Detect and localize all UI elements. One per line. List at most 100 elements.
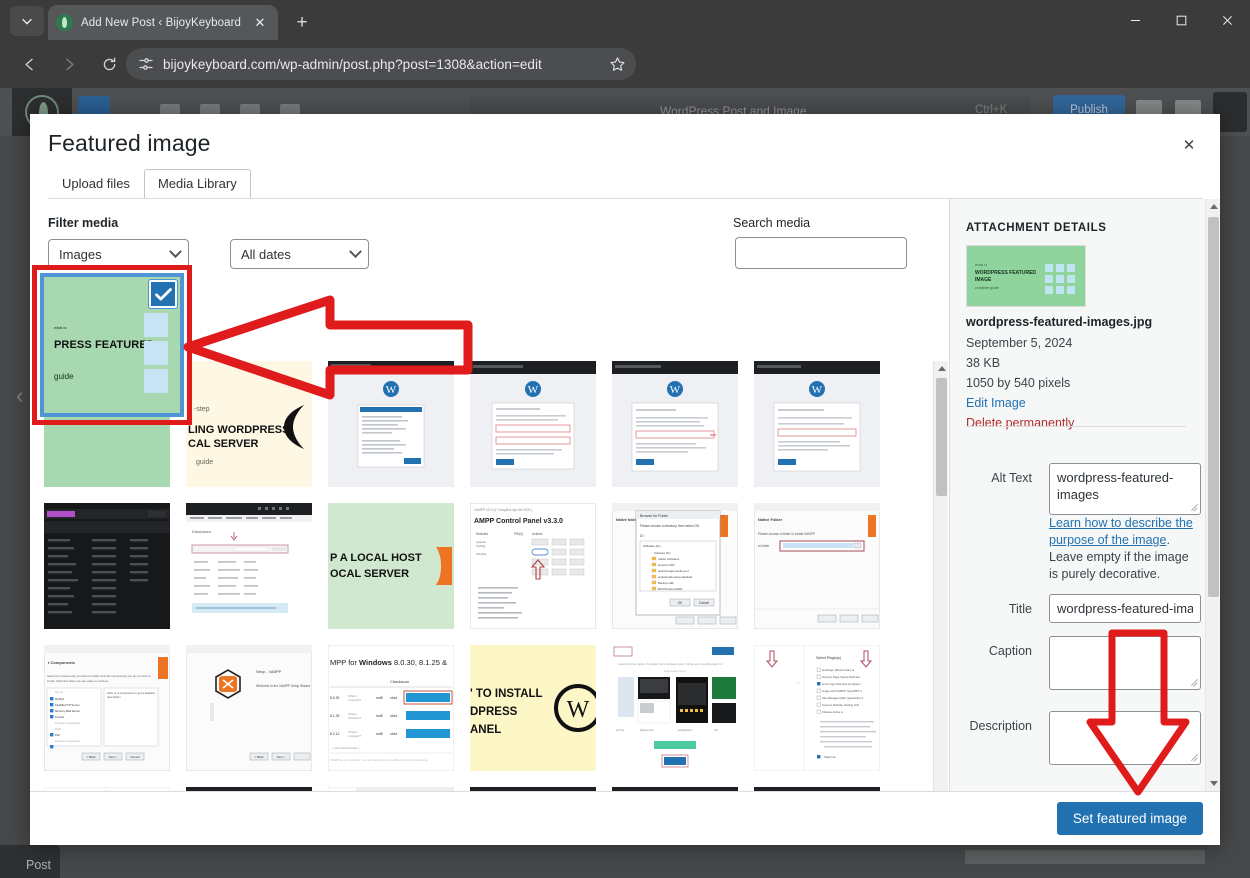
media-item-xampp-setup-wizard[interactable]: Setup - XAMPP Welcome to the XAMPP Setup … bbox=[186, 645, 312, 771]
media-date-filter[interactable]: All dates bbox=[230, 239, 369, 269]
media-item-install-wordpress-local-server-cover[interactable]: -step LING WORDPRESS CAL SERVER guide bbox=[186, 361, 312, 487]
window-close-icon[interactable] bbox=[1204, 0, 1250, 40]
address-bar-url: bijoykeyboard.com/wp-admin/post.php?post… bbox=[163, 56, 542, 72]
media-grid[interactable]: -step LING WORDPRESS CAL SERVER guide W … bbox=[44, 361, 909, 836]
media-grid-scrollbar[interactable] bbox=[933, 361, 948, 836]
media-item-xampp-control-panel[interactable]: XAMPP v3.3.0 [ Compiled: Apr 6th 2021 ] A… bbox=[470, 503, 596, 629]
media-item-select-components-dialog[interactable]: t Components Select the components you wa… bbox=[44, 645, 170, 771]
window-maximize-icon[interactable] bbox=[1158, 0, 1204, 40]
address-bar[interactable]: bijoykeyboard.com/wp-admin/post.php?post… bbox=[126, 48, 636, 80]
media-item-wordpress-install-screen-3[interactable]: W bbox=[612, 361, 738, 487]
modal-body: Filter media Images All dates Search med… bbox=[30, 199, 1220, 845]
site-settings-icon[interactable] bbox=[138, 56, 154, 72]
media-item-xampp-downloads-page[interactable]: MPP for Windows 8.0.30, 8.1.25 & Checksum… bbox=[328, 645, 454, 771]
svg-text:XAMPP v3.3.0 [ Compiled: Apr: XAMPP v3.3.0 [ Compiled: Apr 6th 2021 ] bbox=[474, 508, 533, 512]
svg-text:8.0.30: 8.0.30 bbox=[330, 696, 340, 700]
reload-icon[interactable] bbox=[92, 47, 126, 81]
media-item-select-plugins-screen[interactable]: Select Plugin(s) Hostinger (Shared plan) … bbox=[754, 645, 880, 771]
media-item-install-wordpress-cpanel-cover[interactable]: ' TO INSTALL DPRESS ANEL W bbox=[470, 645, 596, 771]
svg-text:< Back: < Back bbox=[254, 755, 264, 759]
set-featured-image-button[interactable]: Set featured image bbox=[1056, 802, 1203, 835]
media-item-wordpress-install-screen-1[interactable]: W bbox=[328, 361, 454, 487]
title-label: Title bbox=[1008, 602, 1032, 616]
svg-text:PID(s): PID(s) bbox=[514, 532, 523, 536]
tab-search-chevron-down-icon[interactable] bbox=[10, 6, 44, 36]
search-media-input[interactable] bbox=[735, 237, 907, 269]
media-item-browse-for-folder-dialog[interactable]: Native folder Browse for Folder ✕ Please ch… bbox=[612, 503, 738, 629]
media-selected-check-icon[interactable] bbox=[149, 280, 177, 308]
svg-text:Actions: Actions bbox=[532, 532, 543, 536]
description-field[interactable] bbox=[1049, 711, 1201, 765]
svg-text:Improve Page Speed Optimize: Improve Page Speed Optimize bbox=[822, 675, 861, 679]
svg-text:Welcome to the XAMPP Setup Wiz: Welcome to the XAMPP Setup Wizard bbox=[256, 684, 310, 688]
media-item-wordpress-install-screen-4[interactable]: W bbox=[754, 361, 880, 487]
svg-text:t Components: t Components bbox=[48, 660, 76, 665]
attachment-details-scrollbar[interactable] bbox=[1205, 199, 1220, 791]
wordpress-favicon bbox=[56, 14, 73, 31]
svg-text:FileZilla FTP Server: FileZilla FTP Server bbox=[55, 703, 80, 707]
media-item-select-folder-dialog[interactable]: Native Folder Please choose a folder to i… bbox=[754, 503, 880, 629]
svg-text:Program Languages: Program Languages bbox=[55, 739, 81, 743]
svg-text:Backup-odtb: Backup-odtb bbox=[658, 581, 674, 585]
svg-text:sha1: sha1 bbox=[390, 696, 397, 700]
svg-text:ANEL: ANEL bbox=[470, 724, 501, 736]
svg-text:LING WORDPRESS: LING WORDPRESS bbox=[188, 424, 289, 436]
svg-text:W: W bbox=[670, 384, 681, 396]
svg-text:Please choose a directory, the: Please choose a directory, then select O… bbox=[640, 524, 700, 528]
scroll-up-arrow-icon[interactable] bbox=[934, 361, 949, 376]
svg-text:D:\: D:\ bbox=[640, 534, 644, 538]
forward-arrow-icon[interactable] bbox=[52, 47, 86, 81]
back-arrow-icon[interactable] bbox=[12, 47, 46, 81]
browser-tabstrip: Add New Post ‹ BijoyKeyboard — WordPr ✕ … bbox=[0, 0, 1250, 40]
selected-thumb-square-2 bbox=[144, 341, 168, 365]
selected-thumb-text-3: guide bbox=[54, 372, 74, 381]
svg-text:FileZilla: FileZilla bbox=[476, 552, 487, 556]
selected-thumb-square-3 bbox=[144, 369, 168, 393]
title-field[interactable] bbox=[1049, 594, 1201, 623]
svg-text:md5: md5 bbox=[376, 732, 383, 736]
tab-close-icon[interactable]: ✕ bbox=[250, 13, 270, 33]
browser-tab-active[interactable]: Add New Post ‹ BijoyKeyboard — WordPr ✕ bbox=[48, 5, 278, 40]
svg-text:Hostinger (Shared plan) ●: Hostinger (Shared plan) ● bbox=[822, 668, 854, 672]
tab-media-library[interactable]: Media Library bbox=[143, 169, 251, 199]
browser-tab-title: Add New Post ‹ BijoyKeyboard — WordPr bbox=[81, 16, 242, 29]
attachment-thumbnail[interactable]: what is WORDPRESS FEATURED IMAGE complet… bbox=[966, 245, 1086, 307]
alt-text-field[interactable] bbox=[1049, 463, 1201, 515]
new-tab-button[interactable]: + bbox=[288, 9, 316, 37]
alt-text-label: Alt Text bbox=[991, 471, 1032, 485]
editor-status-bar-meta bbox=[965, 850, 1205, 864]
media-date-select[interactable]: All dates bbox=[230, 239, 369, 269]
svg-text:Cancel: Cancel bbox=[130, 755, 140, 759]
attachment-details-divider bbox=[966, 426, 1186, 427]
details-scroll-up-arrow-icon[interactable] bbox=[1206, 199, 1221, 214]
editor-collapse-arrow-icon[interactable]: ‹ bbox=[16, 383, 23, 409]
caption-field[interactable] bbox=[1049, 636, 1201, 690]
browser-toolbar: bijoykeyboard.com/wp-admin/post.php?post… bbox=[0, 40, 1250, 114]
media-item-setup-local-host-cover[interactable]: P A LOCAL HOST OCAL SERVER bbox=[328, 503, 454, 629]
selected-media-thumbnail[interactable]: what is PRESS FEATURED guide bbox=[40, 273, 184, 417]
delete-permanently-link[interactable]: Delete permanently bbox=[966, 416, 1074, 430]
browser-chrome: Add New Post ‹ BijoyKeyboard — WordPr ✕ … bbox=[0, 0, 1250, 114]
svg-text:XAMPP are not supported. You c: XAMPP are not supported. You can downloa… bbox=[330, 758, 428, 762]
svg-text:DPRESS: DPRESS bbox=[470, 706, 518, 718]
modal-close-icon[interactable]: ✕ bbox=[1172, 128, 1206, 162]
svg-text:P A LOCAL HOST: P A LOCAL HOST bbox=[330, 552, 422, 564]
attachment-thumb-grid-decoration bbox=[1045, 264, 1075, 294]
details-scroll-down-arrow-icon[interactable] bbox=[1206, 776, 1221, 791]
svg-text:Included?: Included? bbox=[348, 734, 361, 738]
media-item-theme-selection-screen[interactable]: experience from basics: the default tool… bbox=[612, 645, 738, 771]
media-item-phpmyadmin-database-screen[interactable]: Databases bbox=[186, 503, 312, 629]
svg-text:Databases: Databases bbox=[192, 529, 211, 534]
alt-text-help-link[interactable]: Learn how to describe the purpose of the… bbox=[1049, 516, 1193, 547]
tab-upload-files[interactable]: Upload files bbox=[48, 169, 144, 199]
media-item-wordpress-install-screen-2[interactable]: W bbox=[470, 361, 596, 487]
media-grid-scrollbar-thumb[interactable] bbox=[936, 378, 947, 496]
window-minimize-icon[interactable] bbox=[1112, 0, 1158, 40]
edit-image-link[interactable]: Edit Image bbox=[966, 396, 1026, 410]
attachment-details-scrollbar-thumb[interactable] bbox=[1208, 217, 1219, 597]
bookmark-star-icon[interactable] bbox=[609, 56, 626, 73]
filter-media-label: Filter media bbox=[48, 216, 119, 230]
media-item-phpmyadmin-dark-screen[interactable] bbox=[44, 503, 170, 629]
selected-thumb-square-1 bbox=[144, 313, 168, 337]
svg-text:Included?: Included? bbox=[348, 716, 361, 720]
